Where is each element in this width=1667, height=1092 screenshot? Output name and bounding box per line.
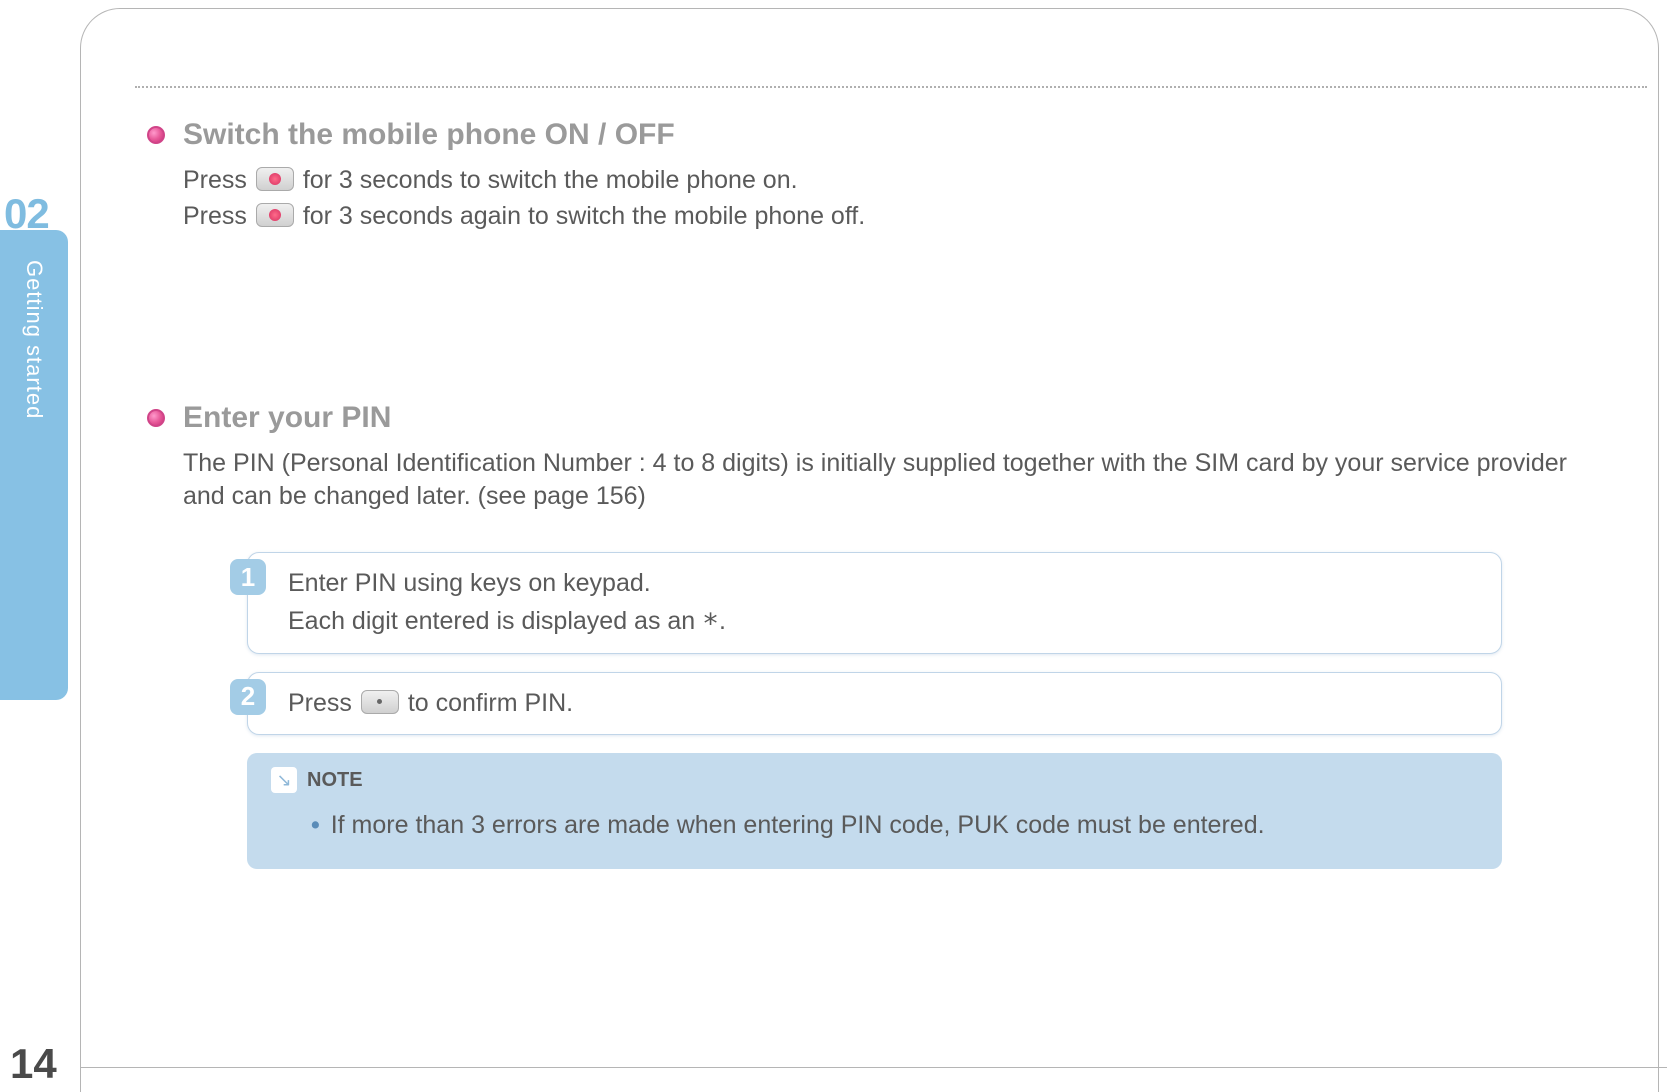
step-1: 1 Enter PIN using keys on keypad. Each d… xyxy=(247,552,1502,654)
power-button-icon xyxy=(256,203,294,227)
note-box: ↘ NOTE • If more than 3 errors are made … xyxy=(247,753,1502,869)
asterisk: * xyxy=(702,607,719,640)
text: Press xyxy=(183,166,254,194)
text: for 3 seconds again to switch the mobile… xyxy=(303,202,865,230)
section-enter-pin: Enter your PIN The PIN (Personal Identif… xyxy=(147,401,1597,870)
note-arrow-icon: ↘ xyxy=(271,767,297,793)
bottom-rule xyxy=(80,1067,1667,1068)
page-number: 14 xyxy=(10,1040,57,1088)
content-area: Switch the mobile phone ON / OFF Press f… xyxy=(115,86,1647,869)
chapter-number: 02 xyxy=(4,190,49,238)
section-heading: Switch the mobile phone ON / OFF xyxy=(147,118,1597,152)
chapter-title: Getting started xyxy=(21,230,47,419)
bullet-icon xyxy=(147,409,165,427)
note-header: ↘ NOTE xyxy=(271,767,1478,793)
text: Enter PIN using keys on keypad. xyxy=(288,567,1477,601)
note-bullet-icon: • xyxy=(311,811,320,839)
step-number-badge: 2 xyxy=(230,679,266,715)
step-2: 2 Press to confirm PIN. xyxy=(247,672,1502,736)
confirm-button-icon xyxy=(361,690,399,714)
text: to confirm PIN. xyxy=(408,689,573,717)
note-text: If more than 3 errors are made when ente… xyxy=(331,811,1265,839)
note-label: NOTE xyxy=(307,769,363,792)
section-heading: Enter your PIN xyxy=(147,401,1597,435)
power-button-icon xyxy=(256,167,294,191)
section-switch-phone: Switch the mobile phone ON / OFF Press f… xyxy=(147,118,1597,234)
note-body: • If more than 3 errors are made when en… xyxy=(311,809,1478,843)
text: Each digit entered is displayed as an xyxy=(288,607,702,635)
text: Press xyxy=(183,202,254,230)
dotted-divider xyxy=(135,86,1647,88)
text: . xyxy=(719,607,726,635)
intro-text: The PIN (Personal Identification Number … xyxy=(183,447,1597,515)
heading-text: Enter your PIN xyxy=(183,401,391,435)
text: Press xyxy=(288,689,359,717)
section-body: Press for 3 seconds to switch the mobile… xyxy=(183,164,1597,234)
step-text: Press to confirm PIN. xyxy=(288,687,1477,721)
step-number-badge: 1 xyxy=(230,559,266,595)
bullet-icon xyxy=(147,126,165,144)
section-body: The PIN (Personal Identification Number … xyxy=(183,447,1597,515)
text: for 3 seconds to switch the mobile phone… xyxy=(303,166,798,194)
step-text: Enter PIN using keys on keypad. Each dig… xyxy=(288,567,1477,639)
side-tab: Getting started xyxy=(0,230,68,700)
heading-text: Switch the mobile phone ON / OFF xyxy=(183,118,675,152)
